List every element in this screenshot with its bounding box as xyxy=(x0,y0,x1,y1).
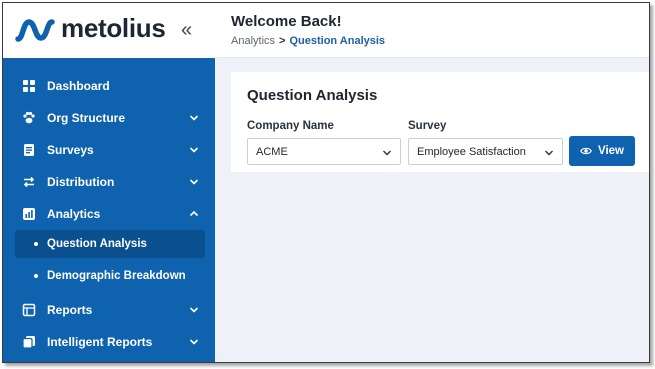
page-title: Welcome Back! xyxy=(231,13,342,30)
sidebar-subitem-label: Demographic Breakdown xyxy=(47,270,186,282)
brand-name: metolius xyxy=(61,13,166,43)
chevron-down-icon xyxy=(189,339,199,345)
chevron-down-icon xyxy=(189,179,199,185)
sidebar-item-label: Org Structure xyxy=(47,111,126,125)
breadcrumb: Analytics > Question Analysis xyxy=(231,35,385,47)
collapse-sidebar-icon[interactable]: « xyxy=(181,19,192,42)
sidebar-subitem-label: Question Analysis xyxy=(47,238,147,250)
wave-logo xyxy=(15,19,55,42)
report-icon xyxy=(22,303,36,317)
sidebar-item-surveys[interactable]: Surveys xyxy=(3,134,215,166)
chevron-down-icon xyxy=(189,307,199,313)
sidebar-subitem-demographic-breakdown[interactable]: Demographic Breakdown xyxy=(15,262,205,290)
sidebar-item-label: Intelligent Reports xyxy=(47,335,153,349)
document-icon xyxy=(24,144,34,156)
sidebar-item-reports[interactable]: Reports xyxy=(3,294,215,326)
brand-area: metolius « xyxy=(3,3,215,58)
breadcrumb-separator: > xyxy=(279,35,286,47)
company-name-value: ACME xyxy=(256,145,288,158)
sidebar-item-label: Dashboard xyxy=(47,79,110,93)
sidebar-item-label: Reports xyxy=(47,303,93,317)
top-header: Welcome Back! Analytics > Question Analysi… xyxy=(215,3,649,58)
chevron-up-icon xyxy=(189,210,199,217)
view-button[interactable]: View xyxy=(569,136,635,166)
survey-select[interactable]: Employee Satisfaction xyxy=(408,138,563,165)
sidebar-item-distribution[interactable]: Distribution xyxy=(3,166,215,198)
chevron-down-icon xyxy=(189,147,199,153)
chevron-down-icon xyxy=(189,115,199,121)
sidebar-item-label: Analytics xyxy=(47,207,101,221)
survey-value: Employee Satisfaction xyxy=(417,145,526,158)
sidebar: Dashboard Org Structure Surveys Distribu… xyxy=(3,58,215,362)
sidebar-item-label: Distribution xyxy=(47,175,115,189)
view-button-label: View xyxy=(598,145,624,157)
company-name-select[interactable]: ACME xyxy=(247,138,401,165)
sidebar-item-analytics[interactable]: Analytics xyxy=(3,198,215,230)
chevron-down-icon xyxy=(545,150,553,156)
breadcrumb-parent[interactable]: Analytics xyxy=(231,35,275,47)
chevron-down-icon xyxy=(383,150,391,156)
company-name-label: Company Name xyxy=(247,120,334,132)
bullet-dot-icon xyxy=(34,242,38,246)
sidebar-item-label: Surveys xyxy=(47,143,94,157)
card-title: Question Analysis xyxy=(247,87,378,104)
paw-icon xyxy=(23,111,35,124)
stack-icon xyxy=(22,336,35,349)
grid-icon xyxy=(23,80,35,92)
breadcrumb-current: Question Analysis xyxy=(289,35,386,47)
sidebar-item-intelligent-reports[interactable]: Intelligent Reports xyxy=(3,326,215,358)
sidebar-item-dashboard[interactable]: Dashboard xyxy=(3,70,215,102)
eye-icon xyxy=(580,147,592,155)
sidebar-item-org-structure[interactable]: Org Structure xyxy=(3,102,215,134)
arrows-icon xyxy=(23,176,35,188)
sidebar-subitem-question-analysis[interactable]: Question Analysis xyxy=(15,230,205,258)
question-analysis-card: Question Analysis Company Name Survey AC… xyxy=(231,72,649,172)
survey-label: Survey xyxy=(408,120,447,132)
bullet-dot-icon xyxy=(34,274,38,278)
chart-icon xyxy=(23,208,35,220)
app-window: metolius « Welcome Back! Analytics > Quest… xyxy=(2,2,650,363)
